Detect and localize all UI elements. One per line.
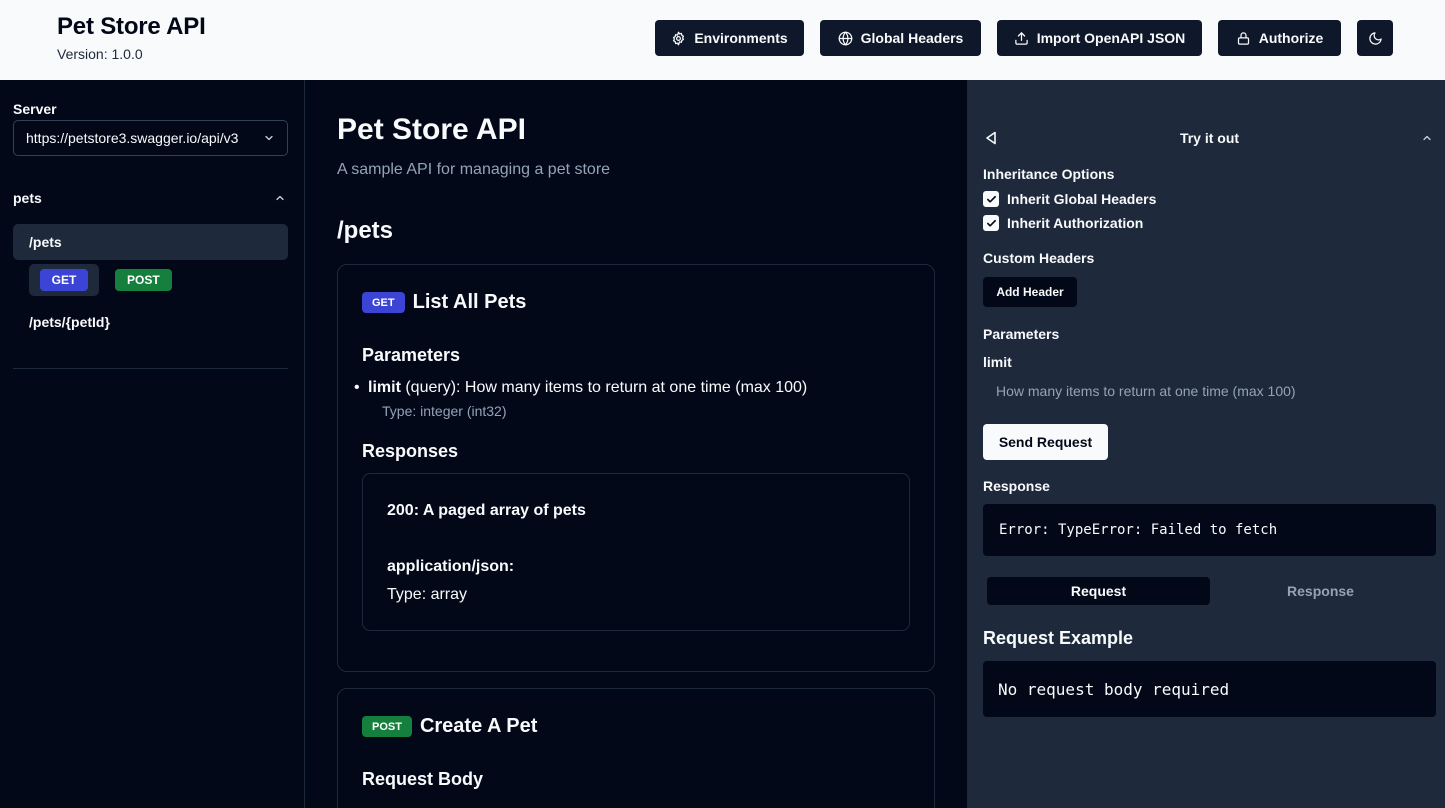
server-select[interactable]: https://petstore3.swagger.io/api/v3: [13, 120, 288, 156]
page-description: A sample API for managing a pet store: [337, 161, 611, 178]
response-content-type: application/json:: [387, 558, 515, 575]
group-pets-label[interactable]: pets: [13, 190, 42, 206]
tab-request[interactable]: Request: [987, 577, 1210, 605]
authorize-label: Authorize: [1258, 30, 1324, 46]
page-title: Pet Store API: [337, 113, 526, 146]
checkbox-checked[interactable]: [983, 215, 999, 231]
endpoint-card-post[interactable]: POST Create A Pet Request Body: [337, 688, 935, 808]
import-openapi-label: Import OpenAPI JSON: [1036, 30, 1186, 46]
environments-button[interactable]: Environments: [655, 20, 804, 56]
request-example-body: No request body required: [983, 661, 1436, 717]
parameter-description: (query): How many items to return at one…: [400, 379, 808, 396]
environments-label: Environments: [694, 30, 788, 46]
parameters-heading: Parameters: [362, 345, 461, 365]
inherit-headers-label: Inherit Global Headers: [1007, 191, 1157, 207]
chevron-down-icon: [265, 135, 273, 141]
check-icon: [986, 219, 996, 227]
sidebar-path-pets[interactable]: /pets: [13, 224, 288, 260]
inherit-headers-checkbox[interactable]: Inherit Global Headers: [983, 191, 1156, 207]
limit-label: limit: [983, 354, 1012, 370]
server-label: Server: [13, 101, 57, 117]
upload-icon: [1014, 31, 1028, 45]
response-output: Error: TypeError: Failed to fetch: [983, 504, 1436, 556]
theme-toggle-button[interactable]: [1357, 20, 1393, 56]
endpoint-title: Create A Pet: [419, 715, 538, 737]
response-type: Type: array: [387, 586, 468, 603]
request-example-heading: Request Example: [983, 628, 1134, 648]
responses-heading: Responses: [362, 441, 459, 461]
request-body-heading: Request Body: [362, 769, 484, 789]
endpoint-card-get[interactable]: GET List All Pets Parameters limit (quer…: [337, 264, 935, 672]
global-headers-button[interactable]: Global Headers: [820, 20, 981, 56]
authorize-button[interactable]: Authorize: [1218, 20, 1341, 56]
inherit-auth-label: Inherit Authorization: [1007, 215, 1144, 231]
panel-parameters-heading: Parameters: [983, 326, 1060, 342]
moon-icon: [1368, 31, 1382, 45]
checkbox-checked[interactable]: [983, 191, 999, 207]
tab-response[interactable]: Response: [1209, 577, 1432, 605]
server-value: https://petstore3.swagger.io/api/v3: [26, 130, 239, 146]
response-code: 200: A paged array of pets: [387, 502, 586, 519]
inherit-auth-checkbox[interactable]: Inherit Authorization: [983, 215, 1143, 231]
top-header: Pet Store API Version: 1.0.0 Environment…: [0, 0, 1445, 80]
gear-icon: [673, 31, 685, 45]
panel-title: Try it out: [1179, 130, 1240, 146]
chevron-up-icon[interactable]: [274, 192, 286, 204]
sidebar-path-pet-id[interactable]: /pets/{petId}: [29, 314, 110, 330]
get-badge: GET: [39, 269, 89, 291]
check-icon: [986, 195, 996, 203]
request-response-tabs: Request Response: [983, 574, 1436, 608]
parameter-item: limit (query): How many items to return …: [354, 379, 808, 397]
path-heading: /pets: [337, 217, 394, 244]
endpoint-header: POST Create A Pet: [362, 715, 537, 738]
add-header-button[interactable]: Add Header: [983, 277, 1077, 307]
endpoint-header: GET List All Pets: [362, 291, 526, 314]
response-heading: Response: [983, 478, 1050, 494]
app-version: Version: 1.0.0: [57, 46, 143, 62]
try-it-out-panel: Try it out Inheritance Options Inherit G…: [967, 80, 1445, 808]
chevron-up-icon[interactable]: [1421, 132, 1433, 144]
lock-icon: [1237, 31, 1249, 45]
send-request-button[interactable]: Send Request: [983, 424, 1108, 460]
sidebar-method-get[interactable]: GET: [29, 264, 99, 296]
endpoint-title: List All Pets: [412, 291, 527, 313]
app-title: Pet Store API: [57, 13, 206, 40]
import-openapi-button[interactable]: Import OpenAPI JSON: [997, 20, 1202, 56]
inheritance-heading: Inheritance Options: [983, 166, 1115, 182]
limit-input[interactable]: [983, 378, 1436, 404]
parameter-name: limit: [368, 379, 401, 396]
sidebar-divider: [13, 368, 288, 369]
get-badge: GET: [362, 292, 405, 313]
sidebar-method-post[interactable]: POST: [115, 269, 172, 291]
globe-icon: [838, 31, 853, 46]
parameter-type: Type: integer (int32): [382, 403, 507, 419]
custom-headers-heading: Custom Headers: [983, 250, 1095, 266]
post-badge: POST: [115, 269, 172, 291]
global-headers-label: Global Headers: [860, 30, 964, 46]
sidebar: Server https://petstore3.swagger.io/api/…: [0, 80, 305, 808]
response-box: 200: A paged array of pets application/j…: [362, 473, 910, 631]
main-content: Pet Store API A sample API for managing …: [305, 80, 967, 808]
post-badge: POST: [362, 716, 412, 737]
